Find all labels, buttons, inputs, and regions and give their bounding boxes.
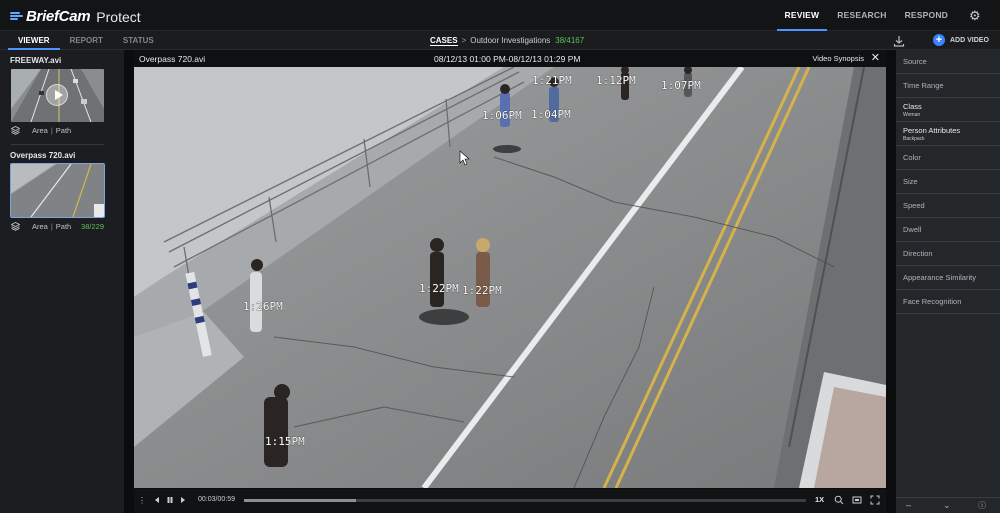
brand-name: BriefCam [26,8,91,25]
step-forward-icon[interactable] [178,495,188,505]
product-name: Protect [96,8,141,25]
viewer-time-range: 08/12/13 01:00 PM-08/12/13 01:29 PM [434,54,581,64]
filter-source[interactable]: Source [896,50,1000,74]
fullscreen-icon[interactable] [870,495,880,505]
gear-icon[interactable]: ⚙ [969,9,982,22]
chevron-down-icon[interactable]: ⌄ [943,500,951,511]
tab-viewer[interactable]: VIEWER [8,31,60,50]
filter-time-range[interactable]: Time Range [896,74,1000,98]
filter-value: Woman [903,111,921,118]
breadcrumb-case-name: Outdoor Investigations [470,36,551,45]
timestamp-label: 1:15PM [265,435,305,448]
filter-appearance-similarity[interactable]: Appearance Similarity [896,266,1000,290]
filter-color[interactable]: Color [896,146,1000,170]
divider [11,144,104,145]
step-back-icon[interactable] [152,495,162,505]
timestamp-label: 1:21PM [532,74,572,87]
filter-label: Face Recognition [903,297,962,306]
layers-icon [11,126,20,135]
briefcam-logo-icon [10,11,24,22]
zoom-icon[interactable] [834,495,844,505]
tab-status[interactable]: STATUS [113,31,164,50]
filter-face-recognition[interactable]: Face Recognition [896,290,1000,314]
play-icon[interactable] [46,84,68,106]
filter-dwell[interactable]: Dwell [896,218,1000,242]
nav-respond[interactable]: RESPOND [897,0,956,31]
add-video-button[interactable]: + ADD VIDEO [933,34,989,46]
more-options-icon[interactable]: ⋮ [138,495,146,506]
app-logo: BriefCam Protect [10,8,141,25]
pause-icon[interactable] [165,495,175,505]
filter-direction[interactable]: Direction [896,242,1000,266]
overpass-thumbnail-image [11,164,104,217]
video-synopsis-label: Video Synopsis [812,54,864,63]
synopsis-scene: 1:21PM 1:12PM 1:07PM 1:06PM 1:04PM 1:22P… [134,67,886,488]
download-icon[interactable] [893,35,905,47]
timestamp-label: 1:26PM [243,300,283,313]
clip-meta-overpass: Area | Path 38/229 [11,222,104,231]
timestamp-label: 1:07PM [661,79,701,92]
filter-person-attributes[interactable]: Person Attributes Backpack [896,122,1000,146]
video-frame[interactable]: 1:21PM 1:12PM 1:07PM 1:06PM 1:04PM 1:22P… [134,67,886,488]
layers-icon [11,222,20,231]
playback-speed[interactable]: 1X [815,495,824,504]
breadcrumb-separator: > [461,36,467,45]
timestamp-label: 1:12PM [596,74,636,87]
timeline-slider[interactable] [244,499,806,502]
playback-time: 00:03/00:59 [198,496,235,503]
nav-research[interactable]: RESEARCH [829,0,894,31]
clip-list-panel: FREEWAY.avi Area|Path Overpass 720.avi [0,50,124,513]
clip-thumbnail-freeway[interactable] [11,69,104,122]
filter-class[interactable]: Class Woman [896,98,1000,122]
filter-panel: Source Time Range Class Woman Person Attr… [896,50,1000,513]
viewer-file-name: Overpass 720.avi [139,54,206,64]
case-count: 38/4167 [555,36,585,45]
timeline-progress [244,499,357,502]
clip-meta-freeway: Area | Path [11,126,104,135]
path-link[interactable]: Path [56,126,71,135]
timestamp-label: 1:04PM [531,108,571,121]
timestamp-label: 1:22PM [462,284,502,297]
filter-label: Appearance Similarity [903,273,976,282]
breadcrumb: CASES > Outdoor Investigations 38/4167 [430,31,584,50]
timestamp-label: 1:06PM [482,109,522,122]
nav-review[interactable]: REVIEW [776,0,828,31]
viewer-header: Overpass 720.avi 08/12/13 01:00 PM-08/12… [134,50,886,67]
main-nav: REVIEW RESEARCH RESPOND [775,0,956,31]
clip-object-count: 38/229 [81,222,104,231]
view-tabs: VIEWER REPORT STATUS [8,31,164,50]
plus-icon: + [933,34,945,46]
playback-controls: ⋮ 00:03/00:59 1X [134,489,886,513]
tab-report[interactable]: REPORT [60,31,113,50]
minus-icon[interactable]: – [906,500,911,510]
filter-label: Time Range [903,81,944,90]
filter-speed[interactable]: Speed [896,194,1000,218]
top-bar: BriefCam Protect REVIEW RESEARCH RESPOND… [0,0,1000,31]
filter-label: Class [903,101,922,111]
filter-label: Size [903,177,918,186]
help-icon[interactable]: ⓘ [978,500,986,511]
filter-panel-footer: – ⌄ ⓘ [896,497,1000,513]
filter-label: Color [903,153,921,162]
clip-title[interactable]: FREEWAY.avi [10,56,61,65]
filter-size[interactable]: Size [896,170,1000,194]
clip-thumbnail-overpass[interactable] [10,163,105,218]
area-link[interactable]: Area [32,222,48,231]
snapshot-icon[interactable] [852,495,862,505]
clip-title[interactable]: Overpass 720.avi [10,151,75,160]
close-icon[interactable]: ✕ [871,52,880,64]
path-link[interactable]: Path [56,222,71,231]
filter-label: Direction [903,249,933,258]
timestamp-label: 1:22PM [419,282,459,295]
sub-bar: VIEWER REPORT STATUS CASES > Outdoor Inves… [0,31,1000,50]
filter-label: Speed [903,201,925,210]
filter-label: Source [903,57,927,66]
filter-label: Dwell [903,225,922,234]
add-video-label: ADD VIDEO [950,36,989,44]
filter-label: Person Attributes [903,125,961,135]
breadcrumb-cases[interactable]: CASES [430,36,458,46]
filter-value: Backpack [903,135,925,142]
area-link[interactable]: Area [32,126,48,135]
